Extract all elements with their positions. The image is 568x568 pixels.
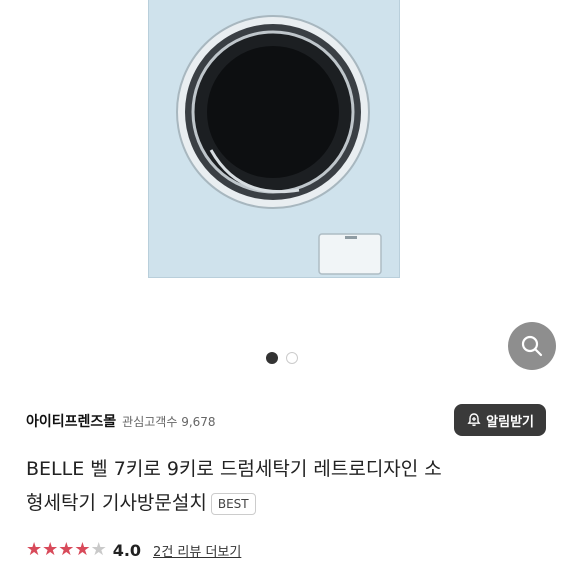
carousel-indicator [266,352,298,364]
best-badge: BEST [210,492,256,515]
washing-machine-illustration [176,15,382,275]
zoom-button[interactable] [508,322,556,370]
product-image-area[interactable] [0,0,568,370]
star-empty-icon: ★ [90,539,107,560]
product-title: BELLE 벨 7키로 9키로 드럼세탁기 레트로디자인 소 형세탁기 기사방문… [26,452,556,520]
rating-score: 4.0 [112,540,142,560]
alert-button[interactable]: 알림받기 [454,404,546,436]
product-image[interactable] [148,0,400,278]
search-icon [521,335,543,357]
star-filled-icon: ★ [58,539,75,560]
seller-name[interactable]: 아이티프렌즈몰 [26,411,116,431]
seller-row: 아이티프렌즈몰 관심고객수 9,678 알림받기 [26,404,546,438]
carousel-dot[interactable] [286,352,298,364]
watch-count-value: 9,678 [181,414,216,429]
alert-button-label: 알림받기 [486,414,534,430]
rating-row: ★ ★ ★ ★ ★ 4.0 2건 리뷰 더보기 [26,539,241,561]
star-filled-icon: ★ [74,539,91,560]
watch-count: 관심고객수 9,678 [122,413,215,430]
product-title-line-1: BELLE 벨 7키로 9키로 드럼세탁기 레트로디자인 소 [26,458,442,480]
review-link[interactable]: 2건 리뷰 더보기 [153,541,241,560]
star-rating: ★ ★ ★ ★ ★ [26,541,107,559]
carousel-dot-active[interactable] [266,352,278,364]
product-title-line-2: 형세탁기 기사방문설치 [26,492,207,514]
star-filled-icon: ★ [42,539,59,560]
product-title-line-2-wrap: 형세탁기 기사방문설치 BEST [26,486,556,520]
star-filled-icon: ★ [26,539,43,560]
bell-plus-icon [467,413,481,427]
watch-label: 관심고객수 [122,414,178,429]
